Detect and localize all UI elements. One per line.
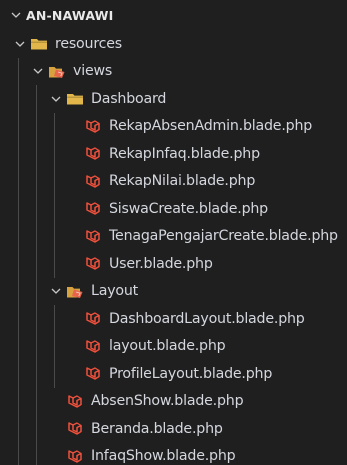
tree-file[interactable]: User.blade.php	[0, 250, 347, 278]
tree-folder[interactable]: Dashboard	[0, 85, 347, 113]
indent-guide	[36, 442, 37, 465]
indent-guide	[54, 305, 55, 333]
folder-label: views	[73, 63, 113, 80]
file-label: RekapInfaq.blade.php	[109, 145, 260, 162]
indent-guide	[18, 305, 19, 333]
file-label: InfaqShow.blade.php	[91, 448, 236, 465]
indent-guide	[18, 387, 19, 415]
tree-folder[interactable]: Layout	[0, 277, 347, 305]
indent-guide	[54, 140, 55, 168]
indent-guide	[36, 332, 37, 360]
explorer-root-label: AN-NAWAWI	[26, 7, 114, 23]
folder-label: Layout	[91, 283, 139, 300]
laravel-blade-icon	[84, 173, 104, 189]
tree-file[interactable]: ProfileLayout.blade.php	[0, 360, 347, 388]
tree-file[interactable]: layout.blade.php	[0, 332, 347, 360]
indent-guide	[36, 140, 37, 168]
indent-guide	[54, 222, 55, 250]
indent-guide	[36, 360, 37, 388]
file-label: layout.blade.php	[109, 338, 226, 355]
tree-file[interactable]: RekapNilai.blade.php	[0, 167, 347, 195]
tree-file[interactable]: SiswaCreate.blade.php	[0, 195, 347, 223]
indent-guide	[54, 167, 55, 195]
indent-guide	[18, 112, 19, 140]
tree-file[interactable]: RekapAbsenAdmin.blade.php	[0, 112, 347, 140]
laravel-blade-icon	[84, 201, 104, 217]
laravel-blade-icon	[84, 146, 104, 162]
file-label: RekapAbsenAdmin.blade.php	[109, 118, 313, 135]
chevron-down-icon[interactable]	[48, 283, 64, 299]
folder-icon	[30, 36, 50, 52]
indent-guide	[18, 332, 19, 360]
laravel-blade-icon	[84, 338, 104, 354]
tree-folder[interactable]: views	[0, 57, 347, 85]
laravel-blade-icon	[84, 118, 104, 134]
indent-guide	[18, 222, 19, 250]
indent-guide	[36, 387, 37, 415]
folder-label: Dashboard	[91, 90, 167, 107]
indent-guide	[36, 195, 37, 223]
indent-guide	[18, 85, 19, 113]
explorer-root-header[interactable]: AN-NAWAWI	[0, 0, 347, 30]
layout-folder-icon	[66, 283, 86, 299]
indent-guide	[18, 442, 19, 465]
folder-label: resources	[55, 35, 122, 52]
chevron-down-icon[interactable]	[8, 7, 24, 23]
indent-guide	[36, 167, 37, 195]
file-label: SiswaCreate.blade.php	[109, 200, 268, 217]
indent-guide	[18, 277, 19, 305]
tree-file[interactable]: Beranda.blade.php	[0, 415, 347, 443]
tree-file[interactable]: TenagaPengajarCreate.blade.php	[0, 222, 347, 250]
indent-guide	[18, 57, 19, 85]
file-label: User.blade.php	[109, 255, 213, 272]
tree-file[interactable]: AbsenShow.blade.php	[0, 387, 347, 415]
indent-guide	[18, 167, 19, 195]
indent-guide	[54, 332, 55, 360]
laravel-blade-icon	[84, 256, 104, 272]
laravel-blade-icon	[66, 448, 86, 464]
indent-guide	[18, 195, 19, 223]
laravel-blade-icon	[84, 228, 104, 244]
laravel-blade-icon	[84, 366, 104, 382]
indent-guide	[36, 305, 37, 333]
file-label: ProfileLayout.blade.php	[109, 365, 273, 382]
indent-guide	[54, 195, 55, 223]
indent-guide	[36, 250, 37, 278]
laravel-blade-icon	[66, 393, 86, 409]
indent-guide	[36, 222, 37, 250]
folder-icon	[66, 91, 86, 107]
indent-guide	[36, 277, 37, 305]
laravel-blade-icon	[66, 421, 86, 437]
chevron-down-icon[interactable]	[48, 91, 64, 107]
views-folder-icon	[48, 63, 68, 79]
file-label: DashboardLayout.blade.php	[109, 310, 305, 327]
file-explorer: AN-NAWAWI resources views Dashboard RekapAb…	[0, 0, 347, 465]
indent-guide	[18, 360, 19, 388]
indent-guide	[18, 140, 19, 168]
tree-file[interactable]: InfaqShow.blade.php	[0, 442, 347, 465]
indent-guide	[18, 415, 19, 443]
file-label: Beranda.blade.php	[91, 420, 223, 437]
indent-guide	[18, 250, 19, 278]
chevron-down-icon[interactable]	[12, 36, 28, 52]
indent-guide	[54, 360, 55, 388]
indent-guide	[36, 85, 37, 113]
file-label: TenagaPengajarCreate.blade.php	[109, 228, 338, 245]
file-tree: resources views Dashboard RekapAbsenAdmin.b…	[0, 30, 347, 465]
indent-guide	[54, 250, 55, 278]
file-label: RekapNilai.blade.php	[109, 173, 256, 190]
file-label: AbsenShow.blade.php	[91, 393, 244, 410]
indent-guide	[54, 112, 55, 140]
indent-guide	[36, 112, 37, 140]
tree-folder[interactable]: resources	[0, 30, 347, 58]
indent-guide	[36, 415, 37, 443]
chevron-down-icon[interactable]	[30, 63, 46, 79]
laravel-blade-icon	[84, 311, 104, 327]
tree-file[interactable]: DashboardLayout.blade.php	[0, 305, 347, 333]
tree-file[interactable]: RekapInfaq.blade.php	[0, 140, 347, 168]
